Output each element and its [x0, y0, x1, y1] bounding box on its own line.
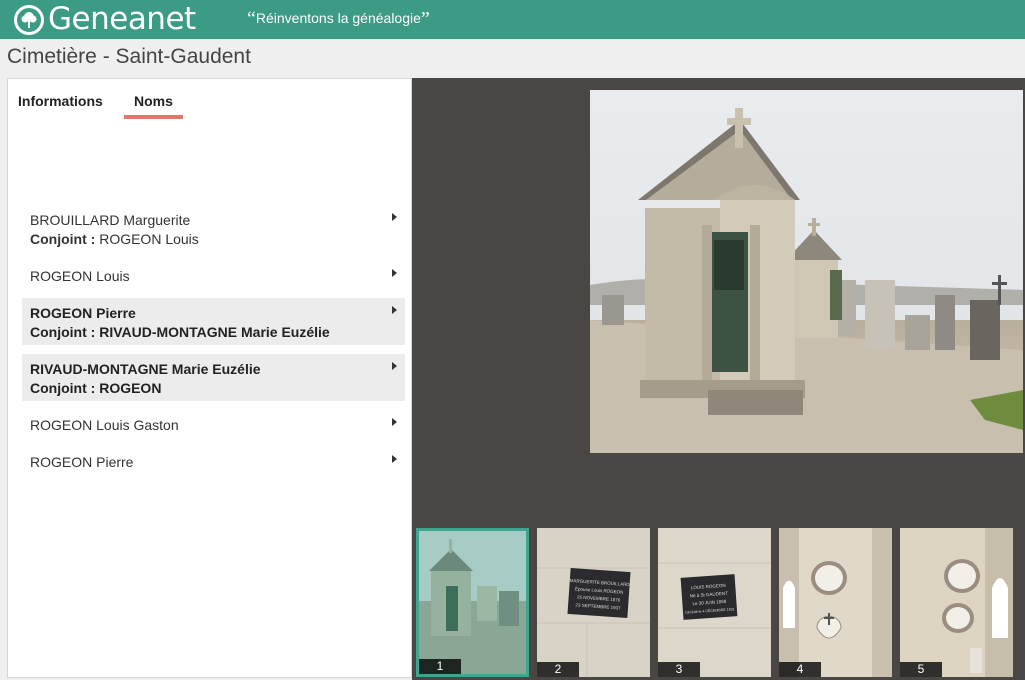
names-list: BROUILLARD Marguerite Conjoint : ROGEON … — [22, 205, 405, 484]
person-name: BROUILLARD Marguerite — [30, 212, 191, 228]
spouse-line: Conjoint : ROGEON — [30, 379, 380, 398]
thumbnail[interactable]: 5 — [900, 528, 1013, 677]
top-bar: Geneanet “Réinventons la généalogie” — [0, 0, 1025, 39]
list-item[interactable]: RIVAUD-MONTAGNE Marie Euzélie Conjoint :… — [22, 354, 405, 401]
thumbnail-number: 2 — [537, 662, 579, 677]
cemetery-photo — [590, 90, 1023, 453]
spouse-label: Conjoint : — [30, 324, 96, 340]
thumbnail[interactable]: MARGUERITE BROUILLARD Épouse Louis ROGEO… — [537, 528, 650, 677]
list-item[interactable]: ROGEON Louis — [22, 261, 405, 289]
tab-bar: Informations Noms — [18, 93, 183, 119]
tagline-text: Réinventons la généalogie — [255, 10, 421, 26]
spouse-name: ROGEON — [99, 380, 162, 396]
spouse-label: Conjoint : — [30, 380, 96, 396]
caret-right-icon — [392, 306, 397, 314]
person-name: ROGEON Pierre — [30, 454, 134, 470]
thumbnail-image — [900, 528, 1013, 677]
person-name: ROGEON Louis — [30, 268, 130, 284]
thumbnail-image: MARGUERITE BROUILLARD Épouse Louis ROGEO… — [537, 528, 650, 677]
tree-icon — [14, 4, 44, 35]
spouse-line: Conjoint : ROGEON Louis — [30, 230, 380, 249]
thumbnail-image — [779, 528, 892, 677]
caret-right-icon — [392, 269, 397, 277]
main-photo[interactable] — [590, 90, 1023, 453]
person-name: ROGEON Louis Gaston — [30, 417, 179, 433]
caret-right-icon — [392, 455, 397, 463]
geneanet-logo[interactable]: Geneanet — [14, 4, 196, 35]
list-item[interactable]: ROGEON Pierre Conjoint : RIVAUD-MONTAGNE… — [22, 298, 405, 345]
caret-right-icon — [392, 418, 397, 426]
spouse-label: Conjoint : — [30, 231, 96, 247]
thumbnail-number: 4 — [779, 662, 821, 677]
names-panel: Informations Noms BROUILLARD Marguerite … — [7, 78, 412, 678]
thumbnail[interactable]: LOUIS ROGEON Né à St GAUDENT Le 30 JUIN … — [658, 528, 771, 677]
thumbnail-number: 3 — [658, 662, 700, 677]
photo-viewer — [412, 78, 1025, 523]
thumbnail-image: LOUIS ROGEON Né à St GAUDENT Le 30 JUIN … — [658, 528, 771, 677]
thumbnail-strip: 1 MARGUERITE BROUILLARD Épouse Louis ROG… — [412, 523, 1025, 680]
thumbnail[interactable]: 1 — [416, 528, 529, 677]
tagline: “Réinventons la généalogie” — [247, 8, 430, 30]
page-title: Cimetière - Saint-Gaudent — [7, 45, 251, 68]
tagline-quote-close: ” — [420, 8, 430, 30]
list-item[interactable]: ROGEON Pierre — [22, 447, 405, 475]
spouse-name: RIVAUD-MONTAGNE Marie Euzélie — [99, 324, 330, 340]
tab-informations[interactable]: Informations — [18, 93, 124, 119]
active-overlay — [419, 531, 526, 674]
logo-text: Geneanet — [48, 1, 196, 37]
thumbnail[interactable]: 4 — [779, 528, 892, 677]
spouse-line: Conjoint : RIVAUD-MONTAGNE Marie Euzélie — [30, 323, 380, 342]
person-name: ROGEON Pierre — [30, 305, 136, 321]
thumbnail-number: 1 — [419, 659, 461, 674]
thumbnail-number: 5 — [900, 662, 942, 677]
tagline-quote-open: “ — [247, 8, 256, 30]
list-item[interactable]: BROUILLARD Marguerite Conjoint : ROGEON … — [22, 205, 405, 252]
person-name: RIVAUD-MONTAGNE Marie Euzélie — [30, 361, 261, 377]
list-item[interactable]: ROGEON Louis Gaston — [22, 410, 405, 438]
spouse-name: ROGEON Louis — [99, 231, 199, 247]
caret-right-icon — [392, 362, 397, 370]
tab-noms[interactable]: Noms — [124, 93, 183, 119]
caret-right-icon — [392, 213, 397, 221]
